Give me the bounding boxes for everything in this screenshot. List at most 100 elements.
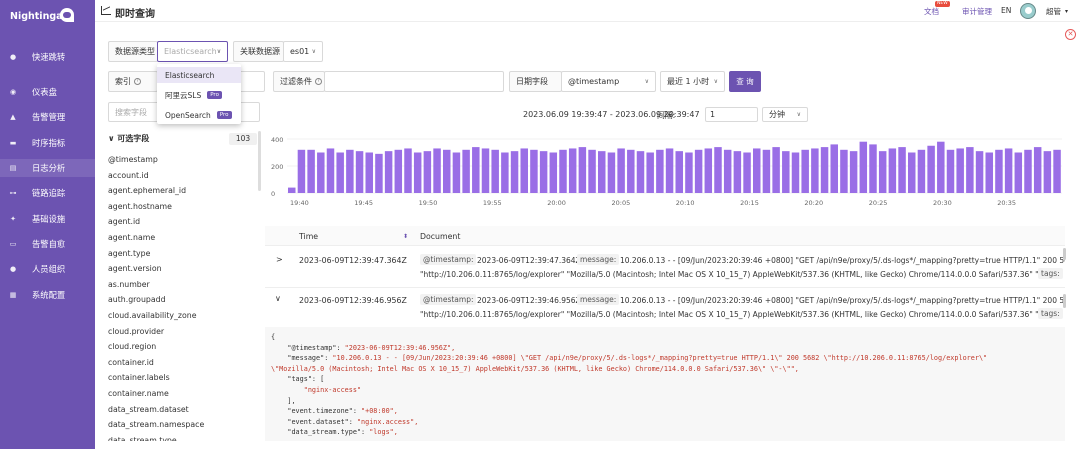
sidebar-item-0[interactable]: ● 快速跳转 [0,48,95,66]
histogram-bar[interactable] [946,149,955,193]
histogram-bar[interactable] [917,149,926,193]
field-item[interactable]: agent.hostname [108,202,172,211]
histogram-bar[interactable] [694,149,703,193]
histogram-bar[interactable] [646,152,654,194]
histogram-bar[interactable] [888,148,897,193]
histogram-bar[interactable] [762,149,771,193]
field-item[interactable]: container.name [108,389,169,398]
chevron-right-icon[interactable]: > [276,255,283,264]
sidebar-item-9[interactable]: ▦ 系统配置 [0,286,95,304]
field-item[interactable]: data_stream.namespace [108,420,204,429]
histogram-bar[interactable] [636,151,645,193]
dropdown-option[interactable]: OpenSearch Pro [157,107,241,123]
sidebar-item-1[interactable]: ◉ 仪表盘 [0,83,95,101]
chevron-down-icon[interactable]: ∨ [275,294,281,303]
field-item[interactable]: agent.type [108,249,150,258]
histogram-bar[interactable] [1043,151,1052,193]
histogram-bar[interactable] [598,151,606,193]
histogram-bar[interactable] [985,152,993,194]
dropdown-option[interactable]: Elasticsearch [157,67,241,83]
field-item[interactable]: as.number [108,280,150,289]
histogram-bar[interactable] [433,148,441,193]
help-icon[interactable]: ? [134,78,141,85]
histogram-bar[interactable] [297,149,306,193]
time-range-select[interactable]: 最近 1 小时 ∨ [660,71,725,92]
histogram-bar[interactable] [1014,152,1023,194]
histogram-bar[interactable] [665,148,674,193]
histogram-bar[interactable] [733,151,742,193]
histogram-bar[interactable] [462,149,470,193]
histogram-bar[interactable] [898,147,906,193]
field-item[interactable]: container.id [108,358,154,367]
audit-link[interactable]: 审计管理 [962,6,992,17]
histogram-bar[interactable] [404,148,412,193]
histogram-bar[interactable] [443,149,451,193]
dropdown-option[interactable]: 阿里云SLS Pro [157,87,241,103]
date-field-select[interactable]: @timestamp ∨ [561,71,656,92]
histogram-bar[interactable] [317,152,325,194]
histogram-bar[interactable] [501,152,509,194]
field-item[interactable]: data_stream.dataset [108,405,189,414]
histogram-bar[interactable] [1024,149,1032,193]
sidebar-item-8[interactable]: ● 人员组织 [0,260,95,278]
close-icon[interactable]: ✕ [1065,29,1076,40]
user-name[interactable]: 超管 [1046,6,1061,17]
filter-input[interactable] [324,71,504,92]
sidebar-item-6[interactable]: ✦ 基础设施 [0,210,95,228]
histogram-bar[interactable] [578,147,587,193]
histogram-bar[interactable] [607,152,616,194]
histogram-bar[interactable] [394,149,403,193]
histogram-bar[interactable] [549,152,558,194]
histogram-bar[interactable] [811,148,819,193]
histogram-bar[interactable] [820,147,829,193]
histogram-bar[interactable] [723,149,732,193]
histogram-bar[interactable] [772,147,780,193]
table-scrollbar[interactable] [1063,294,1066,308]
histogram-bar[interactable] [849,151,858,193]
table-scrollbar[interactable] [1063,248,1066,260]
help-icon[interactable]: ? [315,78,322,85]
related-ds-select[interactable]: es01 ∨ [283,41,323,62]
histogram-bar[interactable] [413,152,422,194]
histogram-bar[interactable] [956,148,964,193]
histogram-bar[interactable] [559,149,567,193]
histogram-bar[interactable] [830,144,838,193]
histogram-bar[interactable] [423,151,432,193]
fields-title[interactable]: ∨ 可选字段 [108,133,149,144]
histogram-bar[interactable] [782,151,790,193]
histogram-bar[interactable] [859,141,868,193]
field-item[interactable]: agent.ephemeral_id [108,186,186,195]
datasource-type-select[interactable]: Elasticsearch ∨ [157,41,228,62]
histogram-bar[interactable] [1053,149,1061,193]
field-item[interactable]: account.id [108,171,149,180]
histogram-bar[interactable] [791,152,800,194]
histogram-bar[interactable] [908,152,916,194]
fields-scrollbar[interactable] [258,131,261,191]
histogram-bar[interactable] [326,148,335,193]
field-item[interactable]: auth.groupadd [108,295,166,304]
histogram-bar[interactable] [481,148,490,193]
histogram-bar[interactable] [995,149,1003,193]
interval-unit-select[interactable]: 分钟 ∨ [762,107,808,122]
histogram-bar[interactable] [966,147,974,193]
sort-icon[interactable]: ⬍ [403,233,408,240]
histogram-bar[interactable] [1033,147,1042,193]
histogram-bar[interactable] [452,152,461,194]
docs-link[interactable]: 文档 [924,6,939,17]
query-button[interactable]: 查 询 [729,71,761,92]
field-item[interactable]: agent.id [108,217,140,226]
chevron-down-icon[interactable]: ▾ [1065,8,1068,15]
histogram-bar[interactable] [375,153,383,193]
histogram-bar[interactable] [307,149,315,193]
field-item[interactable]: cloud.availability_zone [108,311,197,320]
histogram-bar[interactable] [472,147,480,193]
sidebar-item-3[interactable]: ▬ 时序指标 [0,134,95,152]
field-item[interactable]: data_stream.type [108,436,177,441]
field-item[interactable]: agent.version [108,264,162,273]
histogram-bar[interactable] [714,147,722,193]
field-item[interactable]: agent.name [108,233,155,242]
histogram-bar[interactable] [510,151,519,193]
histogram-bar[interactable] [1004,148,1013,193]
histogram-bar[interactable] [568,148,577,193]
histogram-bar[interactable] [685,152,693,194]
